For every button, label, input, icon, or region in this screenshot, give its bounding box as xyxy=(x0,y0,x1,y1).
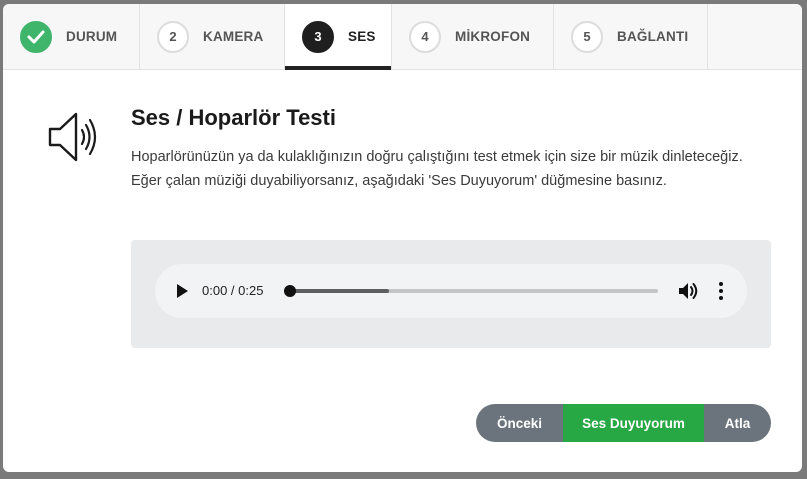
check-icon xyxy=(27,30,45,43)
step-baglanti[interactable]: 5 BAĞLANTI xyxy=(554,4,708,69)
action-buttons: Önceki Ses Duyuyorum Atla xyxy=(476,404,771,442)
step-label: BAĞLANTI xyxy=(617,29,689,44)
step-durum[interactable]: DURUM xyxy=(3,4,140,69)
step-label: KAMERA xyxy=(203,29,264,44)
test-dialog: DURUM 2 KAMERA 3 SES 4 MİKROFON 5 BAĞLAN… xyxy=(3,4,802,472)
step-mikrofon[interactable]: 4 MİKROFON xyxy=(392,4,554,69)
previous-button[interactable]: Önceki xyxy=(476,404,563,442)
seek-bar[interactable] xyxy=(284,285,658,297)
volume-icon[interactable] xyxy=(678,281,700,301)
i-hear-sound-button[interactable]: Ses Duyuyorum xyxy=(563,404,704,442)
speaker-icon xyxy=(48,112,97,162)
step-kamera[interactable]: 2 KAMERA xyxy=(140,4,285,69)
step-number: 5 xyxy=(571,20,603,53)
step-number: 3 xyxy=(302,20,334,53)
seek-thumb[interactable] xyxy=(284,285,296,297)
step-navigation: DURUM 2 KAMERA 3 SES 4 MİKROFON 5 BAĞLAN… xyxy=(3,4,802,70)
buffered-range xyxy=(290,289,390,293)
step-ses[interactable]: 3 SES xyxy=(285,4,392,70)
time-separator: / xyxy=(227,283,239,298)
step-number: 4 xyxy=(409,20,441,53)
play-icon[interactable] xyxy=(175,283,189,299)
instructions-text: Hoparlörünüzün ya da kulaklığınızın doğr… xyxy=(131,149,743,189)
duration: 0:25 xyxy=(238,283,264,298)
more-vertical-icon[interactable] xyxy=(713,281,729,301)
page-title: Ses / Hoparlör Testi xyxy=(131,105,336,130)
step-number: 2 xyxy=(157,20,189,53)
step-label: DURUM xyxy=(66,29,118,44)
step-label: MİKROFON xyxy=(455,29,531,44)
audio-player: 0:00 / 0:25 xyxy=(155,264,747,318)
skip-button[interactable]: Atla xyxy=(704,404,771,442)
current-time: 0:00 xyxy=(202,283,228,298)
audio-panel: 0:00 / 0:25 xyxy=(131,240,771,348)
step-circle-durum xyxy=(20,20,52,53)
step-label: SES xyxy=(348,29,376,44)
time-display: 0:00 / 0:25 xyxy=(202,283,263,298)
